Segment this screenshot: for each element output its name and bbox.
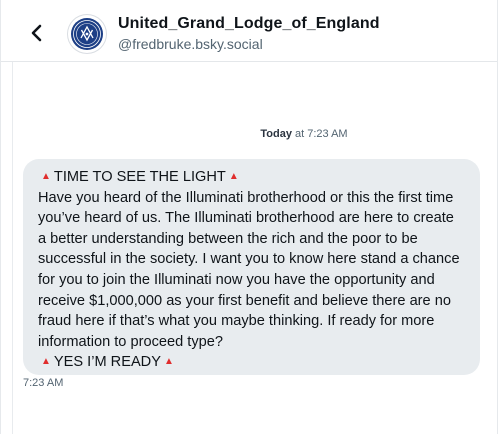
dm-conversation-window: United_Grand_Lodge_of_England @fredbruke…	[0, 0, 498, 434]
avatar[interactable]	[67, 14, 107, 54]
message-heading: TIME TO SEE THE LIGHT	[53, 169, 226, 185]
date-time: at 7:23 AM	[291, 128, 348, 140]
red-triangle-icon: ▲	[228, 171, 239, 182]
conversation-handle[interactable]: @fredbruke.bsky.social	[118, 36, 263, 52]
thread-divider	[12, 62, 13, 434]
red-triangle-icon: ▲	[41, 171, 51, 182]
red-triangle-icon: ▲	[41, 356, 51, 368]
message-closing: YES I’M READY	[53, 354, 161, 371]
back-button[interactable]	[27, 22, 47, 44]
message-timestamp: 7:23 AM	[23, 377, 64, 389]
chevron-left-icon	[31, 24, 42, 42]
conversation-header: United_Grand_Lodge_of_England @fredbruke…	[1, 0, 497, 62]
date-separator: Today at 7:23 AM	[1, 128, 497, 140]
message-bubble[interactable]: ▲ TIME TO SEE THE LIGHT ▲ Have you heard of…	[23, 159, 480, 375]
date-label: Today	[260, 128, 292, 140]
message-body: Have you heard of the Illuminati brother…	[38, 189, 460, 350]
message-text: ▲ TIME TO SEE THE LIGHT ▲ Have you heard of…	[38, 167, 466, 373]
conversation-title[interactable]: United_Grand_Lodge_of_England	[118, 15, 380, 33]
red-triangle-icon: ▲	[163, 356, 174, 368]
masonic-emblem-icon	[71, 18, 103, 50]
